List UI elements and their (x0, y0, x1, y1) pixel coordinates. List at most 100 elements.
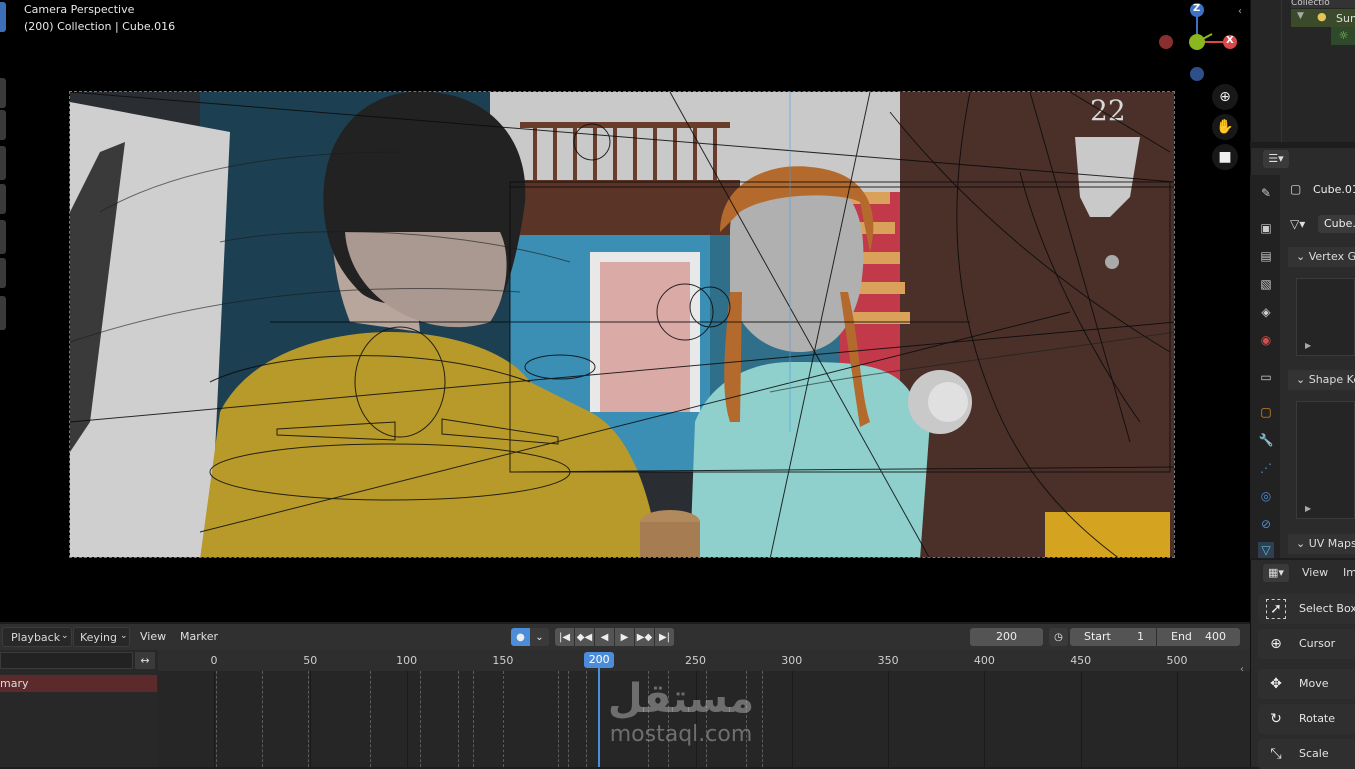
tool-select-box[interactable]: ➚ Select Box (1258, 594, 1355, 624)
list-expand-icon[interactable]: ▶ (1305, 341, 1311, 350)
camera-frame[interactable]: 22 (69, 91, 1175, 558)
panel-expand-icon: ⌄ (1296, 250, 1309, 263)
sun-data-icon[interactable]: ☼ (1331, 27, 1355, 45)
outliner-panel[interactable]: Collectio ▼ ● Sun ☼ (1250, 0, 1355, 142)
panel-expand-icon: ⌄ (1296, 537, 1309, 550)
keyframe-line (420, 671, 421, 767)
viewport-overlay-text: Camera Perspective (200) Collection | Cu… (24, 1, 175, 35)
tool-tab-icon[interactable]: ✎ (1258, 185, 1274, 201)
start-frame-field[interactable]: Start 1 (1070, 628, 1156, 646)
list-expand-icon[interactable]: ▶ (1305, 504, 1311, 513)
hand-icon[interactable]: ✋ (1212, 114, 1238, 140)
shape-keys-list[interactable]: ▶ (1296, 401, 1355, 519)
tool-rotate[interactable]: ↻ Rotate (1258, 704, 1355, 734)
camera-icon[interactable]: ■ (1212, 144, 1238, 170)
outliner-sun-row[interactable]: ▼ ● Sun (1291, 9, 1355, 27)
playhead-frame-indicator[interactable]: 200 (584, 652, 615, 668)
playback-label: Playback (11, 631, 61, 644)
mesh-data-icon: ▽▾ (1290, 217, 1306, 231)
frame-tick-label: 50 (303, 654, 318, 667)
grid-line (1080, 671, 1082, 767)
vertex-groups-panel-header[interactable]: ⌄ Vertex Gr (1288, 247, 1355, 267)
tool-label: Scale (1299, 747, 1329, 760)
scene-tab-icon[interactable]: ◈ (1258, 304, 1274, 320)
view-mode-label: Camera Perspective (24, 3, 135, 16)
scene-render: 22 (70, 92, 1174, 557)
view-layer-tab-icon[interactable]: ▧ (1258, 276, 1274, 292)
grid-line (1177, 671, 1178, 767)
end-frame-field[interactable]: End 400 (1157, 628, 1240, 646)
collapse-chevron-icon[interactable]: ‹ (1238, 6, 1242, 17)
object-name-row[interactable]: ▢ Cube.01 (1286, 180, 1355, 200)
collection-tab-icon[interactable]: ▭ (1258, 369, 1274, 385)
keying-menu[interactable]: Keying ⌄ (73, 627, 130, 647)
modifier-tab-icon[interactable]: 🔧 (1258, 432, 1274, 448)
collapse-chevron-icon[interactable]: ‹ (1240, 664, 1244, 675)
editor-type-icon[interactable]: ☰▾ (1263, 150, 1289, 168)
frame-ruler[interactable]: 0 50 100 150 200 250 300 350 400 450 500 (158, 650, 1250, 671)
object-tab-icon[interactable]: ▢ (1258, 404, 1274, 420)
zoom-icon[interactable]: ⊕ (1212, 84, 1238, 110)
summary-channel[interactable]: mary (0, 675, 157, 692)
keyframe-line (216, 671, 217, 767)
start-value: 1 (1137, 630, 1144, 643)
swap-arrows-icon[interactable]: ↔ (135, 652, 155, 669)
render-tab-icon[interactable]: ▣ (1258, 220, 1274, 236)
outliner-collection-row[interactable]: Collectio (1291, 0, 1355, 8)
vertex-groups-list[interactable]: ▶ (1296, 278, 1355, 356)
menu-image[interactable]: Im (1343, 566, 1355, 579)
jump-start-button[interactable]: |◀ (555, 628, 574, 646)
editor-type-icon[interactable]: ▦▾ (1263, 564, 1289, 582)
shape-keys-label: Shape Ke (1308, 373, 1355, 386)
keyframe-line (370, 671, 371, 767)
jump-end-button[interactable]: ▶| (655, 628, 674, 646)
shape-keys-panel-header[interactable]: ⌄ Shape Ke (1288, 370, 1355, 390)
frame-tick-label: 300 (781, 654, 803, 667)
output-tab-icon[interactable]: ▤ (1258, 248, 1274, 264)
grid-line (214, 671, 215, 767)
play-reverse-button[interactable]: ◀ (595, 628, 614, 646)
uv-maps-label: UV Maps (1308, 537, 1355, 550)
properties-tabs[interactable]: ✎ ▣ ▤ ▧ ◈ ◉ ▭ ▢ 🔧 ⋰ ◎ ⊘ ▽ (1250, 175, 1280, 558)
mesh-data-row[interactable]: ▽▾ Cube. (1288, 214, 1355, 236)
physics-tab-icon[interactable]: ◎ (1258, 488, 1274, 504)
expand-arrow-icon[interactable]: ▼ (1297, 11, 1304, 21)
keyframe-line (568, 671, 569, 767)
menu-view[interactable]: View (1302, 566, 1328, 579)
play-button[interactable]: ▶ (615, 628, 634, 646)
particles-tab-icon[interactable]: ⋰ (1258, 460, 1274, 476)
constraints-tab-icon[interactable]: ⊘ (1258, 516, 1274, 532)
mesh-data-tab-icon[interactable]: ▽ (1258, 542, 1274, 558)
channel-search-field[interactable] (0, 652, 133, 669)
tool-cursor[interactable]: ⊕ Cursor (1258, 629, 1355, 659)
prev-keyframe-button[interactable]: ◆◀ (575, 628, 594, 646)
view-menu[interactable]: View (140, 630, 166, 643)
keying-label: Keying (80, 631, 117, 644)
x-axis-label: X (1226, 35, 1234, 46)
tool-scale[interactable]: ⤡ Scale (1258, 739, 1355, 769)
tool-move[interactable]: ✥ Move (1258, 669, 1355, 699)
next-keyframe-button[interactable]: ▶◆ (635, 628, 654, 646)
uv-maps-panel-header[interactable]: ⌄ UV Maps (1288, 534, 1355, 554)
timer-icon[interactable]: ◷ (1049, 628, 1068, 646)
move-icon: ✥ (1270, 676, 1282, 692)
auto-keying-button[interactable]: ● (511, 628, 530, 646)
current-frame-field[interactable]: 200 (970, 628, 1043, 646)
playback-menu[interactable]: Playback ⌄ (2, 627, 72, 647)
marker-menu[interactable]: Marker (180, 630, 218, 643)
chevron-down-icon[interactable]: ⌄ (530, 628, 549, 646)
navigation-gizmo[interactable]: Z X (1150, 0, 1245, 90)
playhead-line[interactable] (598, 668, 601, 767)
toolbar-panel[interactable]: ▦▾ View Im (1250, 560, 1355, 767)
end-label: End (1171, 630, 1192, 643)
keyframe-line (586, 671, 587, 767)
vertex-groups-label: Vertex Gr (1308, 250, 1355, 263)
grid-line (310, 671, 312, 767)
grid-line (406, 671, 408, 767)
mesh-data-name[interactable]: Cube. (1318, 215, 1355, 233)
world-tab-icon[interactable]: ◉ (1258, 332, 1274, 348)
keyframe-line (458, 671, 459, 767)
3d-viewport[interactable]: Camera Perspective (200) Collection | Cu… (0, 0, 1250, 622)
timeline-header: Playback ⌄ Keying ⌄ View Marker ● ⌄ |◀ ◆… (0, 624, 1250, 650)
keyframe-line (262, 671, 263, 767)
